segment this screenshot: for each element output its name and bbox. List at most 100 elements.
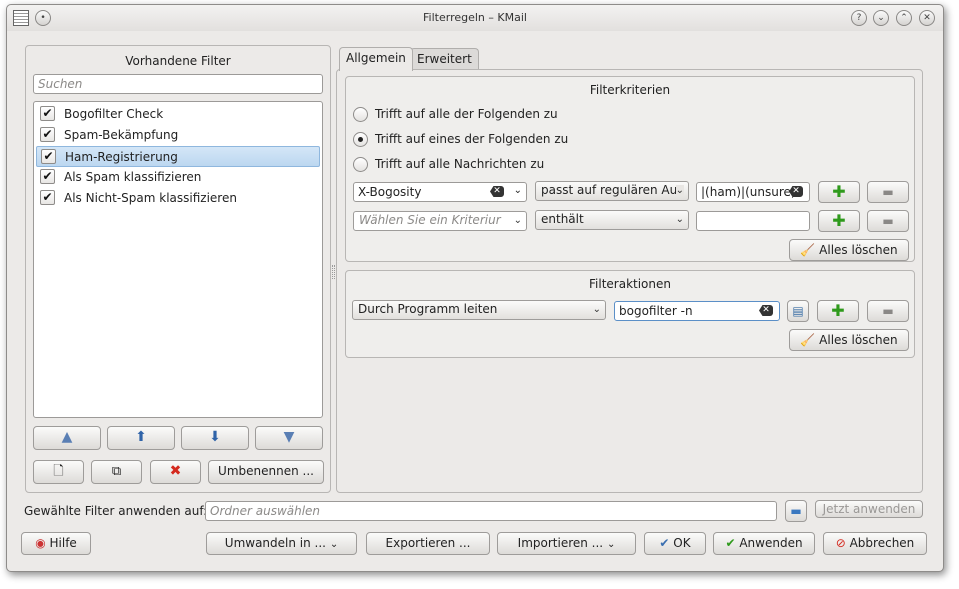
filter-list-item-label: Bogofilter Check	[64, 107, 164, 121]
rename-filter-button[interactable]: Umbenennen ...	[208, 460, 324, 484]
filter-list-item[interactable]: ✔ Spam-Bekämpfung	[36, 125, 320, 146]
radio-match-any[interactable]	[353, 132, 368, 147]
actions-group: Filteraktionen Durch Programm leiten ⌄ b…	[345, 270, 915, 358]
delete-filter-button[interactable]: ✖	[150, 460, 201, 484]
tab-general[interactable]: Allgemein	[339, 47, 413, 71]
help-buoy-icon: ◉	[35, 536, 46, 550]
move-up-button[interactable]: ⬆	[107, 426, 175, 450]
filter-list-item-label: Ham-Registrierung	[65, 150, 178, 164]
plus-icon: ✚	[832, 182, 846, 201]
folder-input[interactable]: Ordner auswählen	[205, 501, 777, 521]
filter-search-input[interactable]: Suchen	[33, 74, 323, 94]
chevron-down-icon: ⌄	[329, 539, 339, 550]
clear-all-criteria-button[interactable]: 🧹 Alles löschen	[789, 239, 909, 261]
import-button-label: Importieren ...	[517, 536, 604, 550]
browse-file-button[interactable]: ▤	[787, 300, 809, 322]
remove-rule-button[interactable]: ▬	[867, 210, 909, 232]
move-top-icon: ▲	[61, 429, 73, 445]
folder-placeholder: Ordner auswählen	[210, 504, 321, 518]
minimize-icon[interactable]: ⌄	[873, 10, 889, 26]
radio-match-any-label: Trifft auf eines der Folgenden zu	[375, 132, 569, 146]
import-button[interactable]: Importieren ... ⌄	[497, 532, 636, 555]
minus-icon: ▬	[882, 185, 894, 199]
move-top-button[interactable]: ▲	[33, 426, 101, 450]
remove-action-button[interactable]: ▬	[867, 300, 909, 322]
chevron-down-icon: ⌄	[606, 539, 616, 550]
export-button[interactable]: Exportieren ...	[366, 532, 490, 555]
rule2-value-input[interactable]	[696, 211, 810, 231]
chevron-down-icon: ⌄	[675, 185, 684, 196]
action-value-input[interactable]: bogofilter -n ✕	[614, 301, 780, 321]
move-down-button[interactable]: ⬇	[181, 426, 249, 450]
filter-list-item[interactable]: ✔ Bogofilter Check	[36, 104, 320, 125]
action-type-combo[interactable]: Durch Programm leiten ⌄	[352, 300, 606, 320]
move-bottom-button[interactable]: ▼	[255, 426, 323, 450]
delete-icon: ✖	[169, 463, 182, 479]
copy-icon: ⧉	[111, 464, 122, 479]
help-icon[interactable]: ?	[851, 10, 867, 26]
apply-button[interactable]: ✔ Anwenden	[713, 532, 815, 555]
filter-enabled-checkbox[interactable]: ✔	[40, 127, 55, 142]
action-type-value: Durch Programm leiten	[358, 302, 498, 316]
radio-match-all-messages[interactable]	[353, 157, 368, 172]
add-rule-button[interactable]: ✚	[818, 181, 860, 203]
checkmark-icon: ✔	[659, 536, 670, 550]
actions-title: Filteraktionen	[589, 277, 671, 291]
document-icon: ▤	[792, 304, 804, 318]
filter-enabled-checkbox[interactable]: ✔	[40, 169, 55, 184]
general-tab-panel: Filterkriterien Trifft auf alle der Folg…	[336, 69, 923, 493]
clear-all-actions-button[interactable]: 🧹 Alles löschen	[789, 329, 909, 351]
title-bar: • Filterregeln – KMail ? ⌄ ⌃ ✕	[7, 5, 943, 31]
filter-enabled-checkbox[interactable]: ✔	[40, 190, 55, 205]
rule1-field-combo[interactable]: X-Bogosity ✕ ⌄	[353, 182, 527, 202]
add-rule-button[interactable]: ✚	[818, 210, 860, 232]
rule2-operator-combo[interactable]: enthält ⌄	[535, 210, 689, 230]
clear-all-actions-label: Alles löschen	[819, 333, 898, 347]
chevron-down-icon: ⌄	[675, 214, 684, 225]
rule1-value-input[interactable]: |(ham)|(unsure) ✕	[696, 182, 810, 202]
cancel-button[interactable]: ⊘ Abbrechen	[823, 532, 927, 555]
convert-button[interactable]: Umwandeln in ... ⌄	[206, 532, 357, 555]
radio-match-all-messages-label: Trifft auf alle Nachrichten zu	[375, 157, 545, 171]
remove-rule-button[interactable]: ▬	[867, 181, 909, 203]
select-folder-button[interactable]: ▬	[785, 500, 807, 522]
close-icon[interactable]: ✕	[919, 10, 935, 26]
arrow-down-icon: ⬇	[209, 429, 221, 445]
filter-enabled-checkbox[interactable]: ✔	[40, 106, 55, 121]
maximize-icon[interactable]: ⌃	[896, 10, 912, 26]
plus-icon: ✚	[832, 211, 846, 230]
chevron-down-icon: ⌄	[592, 304, 601, 315]
radio-match-all-label: Trifft auf alle der Folgenden zu	[375, 107, 558, 121]
criteria-group: Filterkriterien Trifft auf alle der Folg…	[345, 76, 915, 262]
copy-filter-button[interactable]: ⧉	[91, 460, 142, 484]
ok-button[interactable]: ✔ OK	[644, 532, 706, 555]
new-filter-button[interactable]: 🗋	[33, 460, 84, 484]
rule1-value-text: |(ham)|(unsure)	[701, 185, 796, 199]
filter-list-item[interactable]: ✔ Als Nicht-Spam klassifizieren	[36, 188, 320, 209]
filter-list-title: Vorhandene Filter	[125, 54, 231, 68]
filter-enabled-checkbox[interactable]: ✔	[41, 149, 56, 164]
filter-list-item[interactable]: ✔ Ham-Registrierung	[36, 146, 320, 167]
search-placeholder: Suchen	[38, 77, 83, 91]
filter-list-item-label: Spam-Bekämpfung	[64, 128, 179, 142]
chevron-down-icon: ⌄	[513, 185, 522, 196]
plus-icon: ✚	[831, 301, 845, 320]
criteria-title: Filterkriterien	[589, 83, 671, 97]
rule1-operator-combo[interactable]: passt auf regulären Au ⌄	[535, 181, 689, 201]
move-bottom-icon: ▼	[283, 429, 295, 445]
tab-advanced[interactable]: Erweitert	[410, 48, 479, 70]
splitter-handle[interactable]	[332, 265, 335, 279]
clear-icon[interactable]: ✕	[490, 186, 504, 197]
radio-match-all[interactable]	[353, 107, 368, 122]
rule2-field-combo[interactable]: Wählen Sie ein Kriteriur ⌄	[353, 211, 527, 231]
new-document-icon: 🗋	[53, 464, 64, 479]
clear-icon[interactable]: ✕	[759, 305, 773, 316]
filter-list-panel: Vorhandene Filter Suchen ✔ Bogofilter Che…	[25, 45, 331, 493]
filter-list-item[interactable]: ✔ Als Spam klassifizieren	[36, 167, 320, 188]
filter-list[interactable]: ✔ Bogofilter Check ✔ Spam-Bekämpfung ✔ Ham-Re…	[33, 101, 323, 418]
help-button[interactable]: ◉ Hilfe	[21, 532, 91, 555]
chevron-down-icon: ⌄	[513, 215, 522, 226]
add-action-button[interactable]: ✚	[817, 300, 859, 322]
apply-now-button[interactable]: Jetzt anwenden	[815, 500, 923, 518]
folder-icon: ▬	[790, 504, 802, 518]
